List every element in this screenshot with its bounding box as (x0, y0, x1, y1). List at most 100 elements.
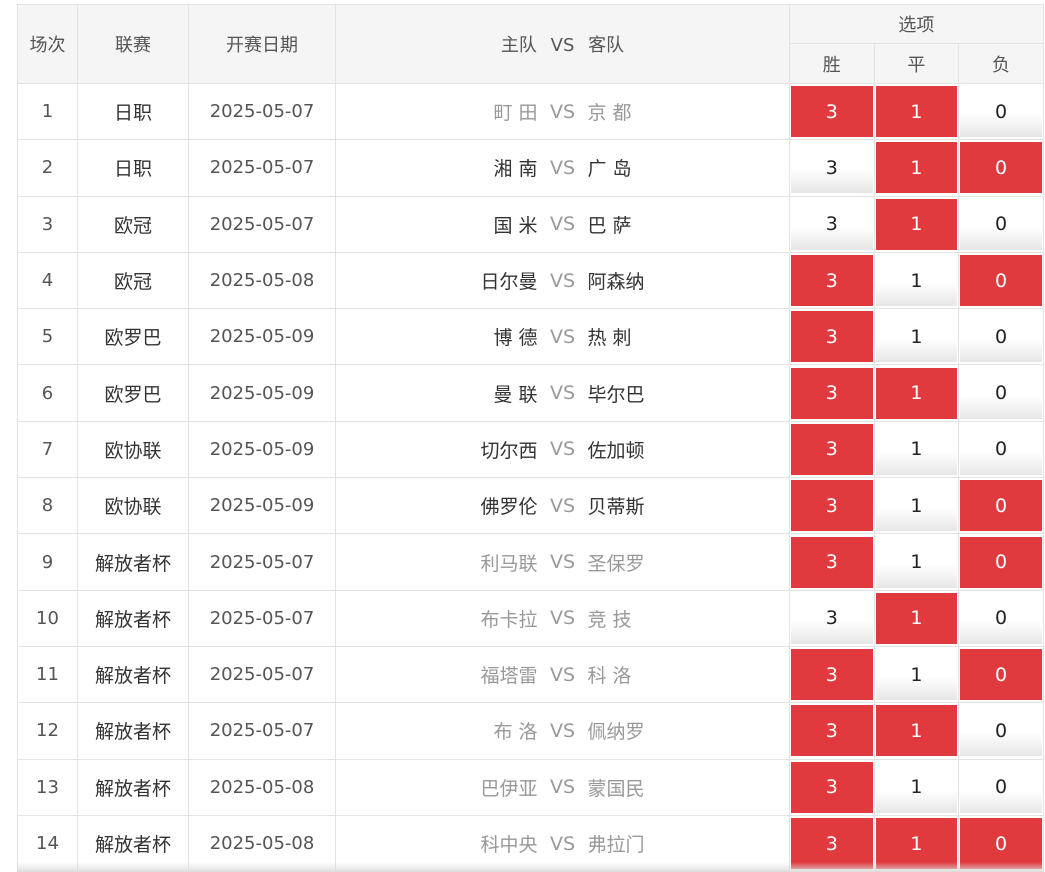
option-lose-button[interactable]: 0 (960, 592, 1042, 644)
vs-label: VS (549, 438, 576, 461)
match-teams: 布卡拉 VS 竞 技 (335, 589, 790, 647)
away-team: 佩纳罗 (587, 721, 645, 744)
option-cell-lose: 0 (958, 533, 1044, 591)
league-name: 欧冠 (77, 195, 189, 253)
table-row: 7 欧协联 2025-05-09 切尔西 VS 佐加顿 3 1 0 (17, 420, 1044, 479)
match-no: 10 (17, 589, 78, 647)
option-lose-button[interactable]: 0 (960, 367, 1042, 419)
option-win-button[interactable]: 3 (791, 86, 873, 138)
option-win-button[interactable]: 3 (791, 423, 873, 475)
option-lose-button[interactable]: 0 (960, 255, 1042, 307)
option-win-button[interactable]: 3 (791, 480, 873, 532)
match-date: 2025-05-07 (188, 533, 336, 591)
away-team: 贝蒂斯 (587, 496, 645, 519)
option-draw-button[interactable]: 1 (875, 311, 958, 363)
match-no: 7 (17, 420, 78, 479)
vs-label: VS (549, 607, 576, 630)
option-cell-win: 3 (789, 477, 875, 535)
option-cell-draw: 1 (873, 477, 960, 535)
option-lose-button[interactable]: 0 (960, 423, 1042, 475)
match-no: 4 (17, 251, 78, 310)
match-date: 2025-05-07 (188, 195, 336, 253)
option-draw-button[interactable]: 1 (875, 255, 958, 307)
option-cell-win: 3 (789, 82, 875, 141)
table-header: 场次 联赛 开赛日期 主队 VS 客队 选项 胜 平 负 (17, 4, 1044, 84)
option-draw-button[interactable]: 1 (875, 705, 958, 757)
table-row: 13 解放者杯 2025-05-08 巴伊亚 VS 蒙国民 3 1 0 (17, 758, 1044, 816)
option-win-button[interactable]: 3 (791, 142, 873, 194)
table-row: 3 欧冠 2025-05-07 国 米 VS 巴 萨310 (17, 195, 1044, 253)
option-lose-button[interactable]: 0 (960, 480, 1042, 532)
option-cell-lose: 0 (958, 364, 1044, 422)
option-cell-lose: 0 (958, 589, 1044, 647)
home-team: 曼 联 (493, 383, 538, 406)
away-team: 京 都 (587, 102, 632, 125)
option-win-button[interactable]: 3 (791, 311, 873, 363)
header-match: 主队 VS 客队 (335, 4, 790, 84)
option-lose-button[interactable]: 0 (960, 649, 1042, 701)
home-team: 切尔西 (480, 439, 538, 462)
vs-label: VS (549, 663, 576, 686)
home-team: 日尔曼 (480, 271, 538, 294)
option-draw-button[interactable]: 1 (875, 480, 958, 532)
table-row: 8 欧协联 2025-05-09 佛罗伦 VS 贝蒂斯 3 1 0 (17, 477, 1044, 535)
option-lose-button[interactable]: 0 (960, 142, 1042, 194)
vs-label: VS (549, 269, 576, 292)
option-draw-button[interactable]: 1 (875, 761, 958, 813)
option-win-button[interactable]: 3 (791, 255, 873, 307)
option-draw-button[interactable]: 1 (875, 142, 958, 194)
option-win-button[interactable]: 3 (791, 761, 873, 813)
option-win-button[interactable]: 3 (791, 198, 873, 250)
option-cell-win: 3 (789, 195, 875, 253)
option-cell-draw: 1 (873, 195, 960, 253)
away-team: 广 岛 (587, 158, 632, 181)
home-team: 国 米 (493, 214, 538, 237)
match-date: 2025-05-07 (188, 589, 336, 647)
home-team: 福塔雷 (480, 665, 538, 688)
option-win-button[interactable]: 3 (791, 705, 873, 757)
option-draw-button[interactable]: 1 (875, 649, 958, 701)
option-lose-button[interactable]: 0 (960, 761, 1042, 813)
vs-label: VS (549, 213, 576, 236)
match-no: 13 (17, 758, 78, 816)
match-teams: 布 洛 VS 佩纳罗 (335, 702, 790, 760)
table-row: 12 解放者杯 2025-05-07 布 洛 VS 佩纳罗 3 1 0 (17, 702, 1044, 760)
option-cell-win: 3 (789, 645, 875, 704)
option-draw-button[interactable]: 1 (875, 423, 958, 475)
option-win-button[interactable]: 3 (791, 367, 873, 419)
option-draw-button[interactable]: 1 (875, 86, 958, 138)
home-team: 巴伊亚 (480, 777, 538, 800)
option-win-button[interactable]: 3 (791, 536, 873, 588)
option-cell-win: 3 (789, 589, 875, 647)
option-lose-button[interactable]: 0 (960, 311, 1042, 363)
option-lose-button[interactable]: 0 (960, 705, 1042, 757)
option-lose-button[interactable]: 0 (960, 198, 1042, 250)
option-draw-button[interactable]: 1 (875, 592, 958, 644)
home-team: 湘 南 (493, 158, 538, 181)
vs-label: VS (549, 156, 576, 179)
match-date: 2025-05-08 (188, 758, 336, 816)
match-date: 2025-05-07 (188, 702, 336, 760)
option-draw-button[interactable]: 1 (875, 536, 958, 588)
option-lose-button[interactable]: 0 (960, 536, 1042, 588)
option-cell-lose: 0 (958, 702, 1044, 760)
match-teams: 町 田 VS 京 都 (335, 82, 790, 141)
option-lose-button[interactable]: 0 (960, 86, 1042, 138)
match-no: 3 (17, 195, 78, 253)
match-teams: 湘 南 VS 广 岛 (335, 139, 790, 197)
away-team: 热 刺 (587, 327, 632, 350)
home-team: 町 田 (493, 102, 538, 125)
option-win-button[interactable]: 3 (791, 592, 873, 644)
league-name: 日职 (77, 82, 189, 141)
option-win-button[interactable]: 3 (791, 649, 873, 701)
option-cell-draw: 1 (873, 251, 960, 310)
vs-label: VS (549, 382, 576, 405)
match-date: 2025-05-09 (188, 364, 336, 422)
option-cell-draw: 1 (873, 308, 960, 366)
option-cell-win: 3 (789, 251, 875, 310)
option-draw-button[interactable]: 1 (875, 198, 958, 250)
match-teams: 日尔曼 VS 阿森纳 (335, 251, 790, 310)
away-team: 佐加顿 (587, 439, 645, 462)
header-no: 场次 (17, 4, 78, 84)
option-draw-button[interactable]: 1 (875, 367, 958, 419)
